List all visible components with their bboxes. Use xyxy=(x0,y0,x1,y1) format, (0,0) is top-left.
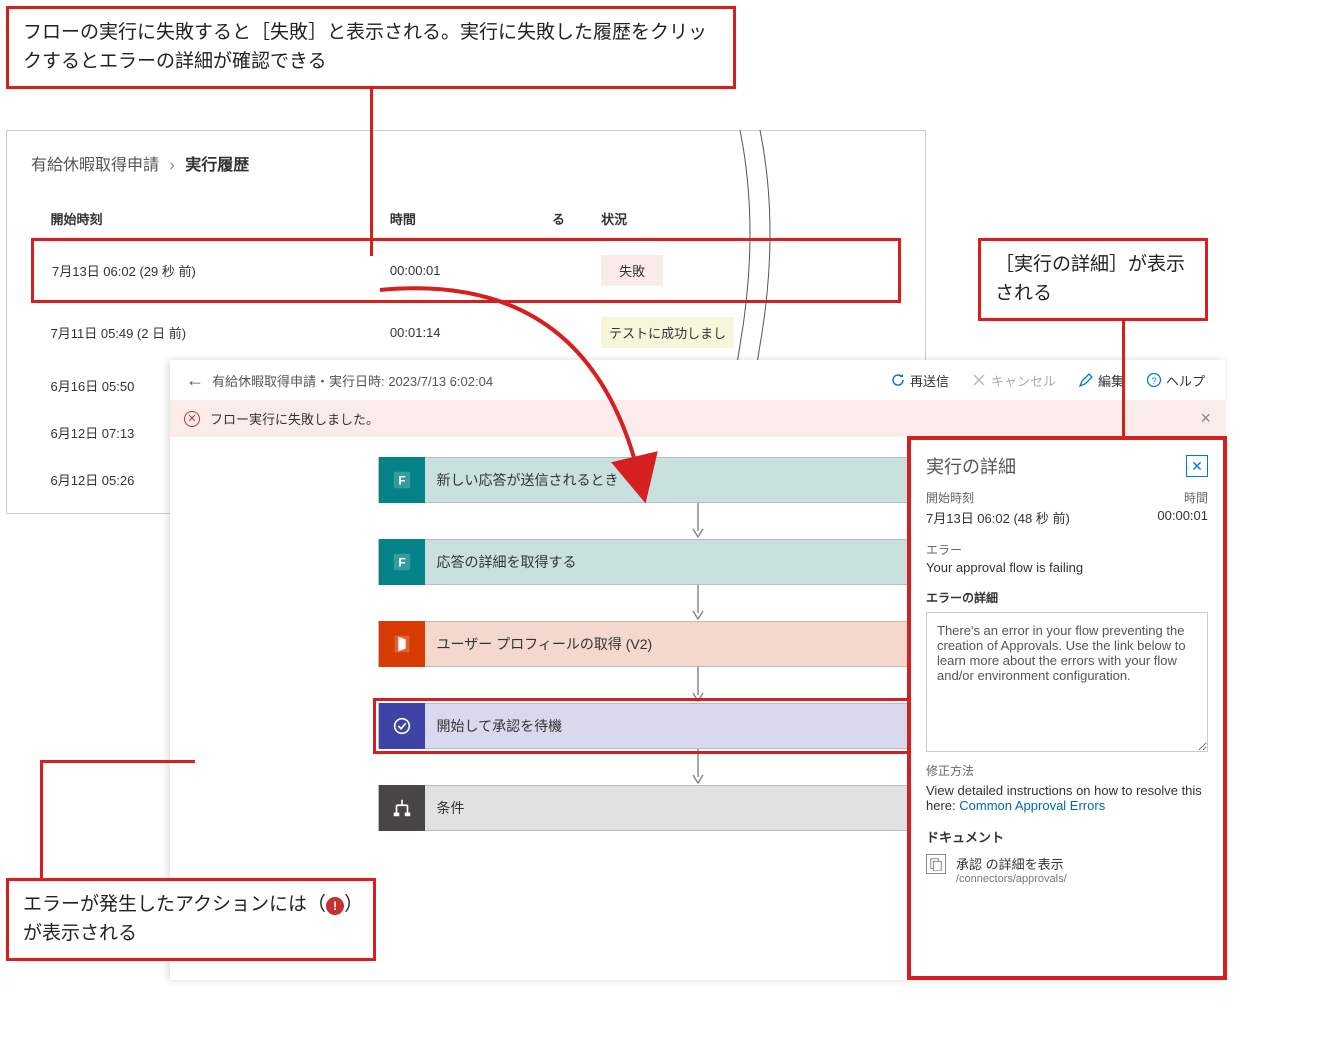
condition-icon xyxy=(379,785,425,831)
error-icon: ! xyxy=(326,897,344,915)
side-fix-text: View detailed instructions on how to res… xyxy=(926,783,1208,813)
error-banner-text: フロー実行に失敗しました。 xyxy=(210,409,379,428)
callout-top-text: フローの実行に失敗すると［失敗］と表示される。実行に失敗した履歴をクリックすると… xyxy=(23,22,707,72)
status-badge-failed: 失敗 xyxy=(601,255,663,286)
office-icon xyxy=(379,621,425,667)
side-duration-value: 00:00:01 xyxy=(1157,508,1208,527)
callout-right: ［実行の詳細］が表示される xyxy=(978,238,1208,321)
help-button[interactable]: ? ヘルプ xyxy=(1142,367,1209,394)
breadcrumb-current: 実行履歴 xyxy=(185,157,249,174)
callout-top-connector xyxy=(370,86,373,256)
refresh-icon xyxy=(890,372,906,388)
detail-header: ← 有給休暇取得申請・実行日時: 2023/7/13 6:02:04 再送信 キ… xyxy=(170,360,1225,400)
doc-item[interactable]: 承認 の詳細を表示 /connectors/approvals/ xyxy=(926,854,1208,885)
pencil-icon xyxy=(1078,372,1094,388)
back-button[interactable]: ← xyxy=(178,370,212,391)
callout-bottom-connector-h xyxy=(40,760,195,763)
cell-duration: 00:00:01 xyxy=(372,240,534,302)
side-error-detail-box[interactable]: There's an error in your flow preventing… xyxy=(926,612,1208,752)
step-label: 新しい応答が送信されるとき xyxy=(425,470,967,490)
cancel-button: キャンセル xyxy=(967,367,1060,394)
side-doc-label: ドキュメント xyxy=(926,827,1208,846)
resend-button[interactable]: 再送信 xyxy=(886,367,953,394)
cancel-label: キャンセル xyxy=(991,371,1056,390)
error-circle-icon: ✕ xyxy=(184,411,200,427)
history-row[interactable]: 7月11日 05:49 (2 日 前) 00:01:14 テストに成功しまし xyxy=(33,302,900,363)
run-details-side-panel: 実行の詳細 ✕ 開始時刻 時間 7月13日 06:02 (48 秒 前) 00:… xyxy=(909,438,1225,978)
step-label: 応答の詳細を取得する xyxy=(425,552,967,572)
cell-start: 7月13日 06:02 (29 秒 前) xyxy=(33,240,372,302)
help-label: ヘルプ xyxy=(1166,371,1205,390)
history-row-failed[interactable]: 7月13日 06:02 (29 秒 前) 00:00:01 失敗 xyxy=(33,240,900,302)
callout-bottom-prefix: エラーが発生したアクションには（ xyxy=(23,894,326,915)
step-label: ユーザー プロフィールの取得 (V2) xyxy=(425,634,967,654)
col-status: 状況 xyxy=(583,199,899,240)
side-panel-title: 実行の詳細 xyxy=(926,453,1016,479)
breadcrumb-separator: › xyxy=(163,157,180,174)
svg-text:F: F xyxy=(398,556,405,570)
side-error-summary: Your approval flow is failing xyxy=(926,560,1208,575)
edit-label: 編集 xyxy=(1098,371,1124,390)
detail-title: 有給休暇取得申請・実行日時: 2023/7/13 6:02:04 xyxy=(212,371,886,390)
side-start-label: 開始時刻 xyxy=(926,489,1184,506)
step-label: 条件 xyxy=(425,798,967,818)
x-icon xyxy=(971,372,987,388)
cell-start: 7月11日 05:49 (2 日 前) xyxy=(33,302,372,363)
step-label: 開始して承認を待機 xyxy=(425,716,967,736)
doc-title: 承認 の詳細を表示 xyxy=(956,854,1067,873)
callout-right-text: ［実行の詳細］が表示される xyxy=(995,254,1185,304)
breadcrumb: 有給休暇取得申請 › 実行履歴 xyxy=(31,151,901,175)
help-icon: ? xyxy=(1146,372,1162,388)
callout-right-connector xyxy=(1122,312,1125,440)
svg-text:?: ? xyxy=(1151,376,1156,386)
side-panel-title-row: 実行の詳細 ✕ xyxy=(926,453,1208,479)
side-error-label: エラー xyxy=(926,541,1208,558)
breadcrumb-parent[interactable]: 有給休暇取得申請 xyxy=(31,157,159,174)
doc-path: /connectors/approvals/ xyxy=(956,873,1067,885)
resend-label: 再送信 xyxy=(910,371,949,390)
side-start-value: 7月13日 06:02 (48 秒 前) xyxy=(926,508,1157,527)
side-fix-label: 修正方法 xyxy=(926,762,1208,779)
detail-actions: 再送信 キャンセル 編集 ? ヘルプ xyxy=(886,367,1217,394)
svg-text:F: F xyxy=(398,474,405,488)
approval-icon xyxy=(379,703,425,749)
callout-bottom-connector-v xyxy=(40,760,43,878)
error-banner: ✕ フロー実行に失敗しました。 × xyxy=(170,400,1225,437)
forms-icon: F xyxy=(379,539,425,585)
col-gap: る xyxy=(534,199,583,240)
document-icon xyxy=(926,854,946,874)
cell-duration: 00:01:14 xyxy=(372,302,534,363)
side-duration-label: 時間 xyxy=(1184,489,1208,506)
close-side-panel-button[interactable]: ✕ xyxy=(1186,455,1208,477)
forms-icon: F xyxy=(379,457,425,503)
status-badge-success: テストに成功しまし xyxy=(601,317,734,348)
side-fix-link[interactable]: Common Approval Errors xyxy=(959,798,1105,813)
side-error-detail-label: エラーの詳細 xyxy=(926,589,1208,606)
close-banner-button[interactable]: × xyxy=(1200,408,1211,429)
edit-button[interactable]: 編集 xyxy=(1074,367,1128,394)
callout-bottom: エラーが発生したアクションには（!）が表示される xyxy=(6,878,376,961)
col-duration: 時間 xyxy=(372,199,534,240)
callout-top: フローの実行に失敗すると［失敗］と表示される。実行に失敗した履歴をクリックすると… xyxy=(6,6,736,89)
col-start: 開始時刻 xyxy=(33,199,372,240)
